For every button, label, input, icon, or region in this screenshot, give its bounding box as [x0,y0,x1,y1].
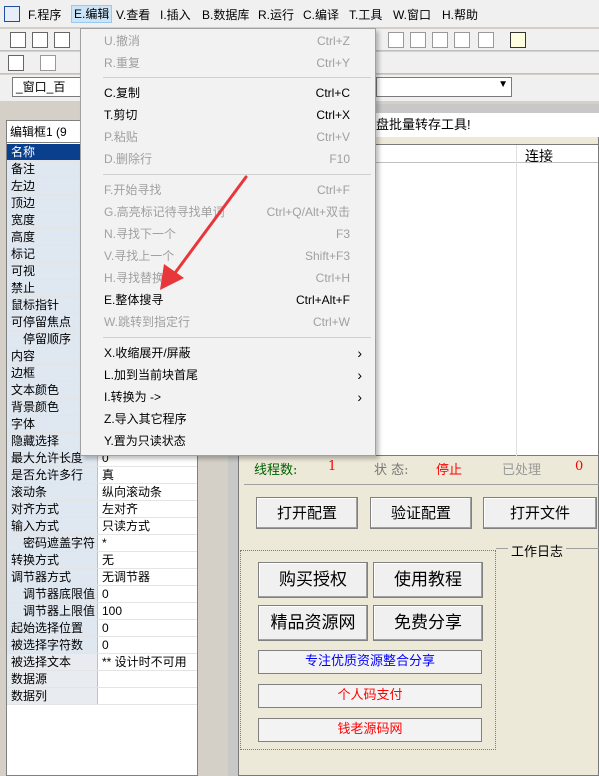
annotation-arrow [160,175,248,290]
